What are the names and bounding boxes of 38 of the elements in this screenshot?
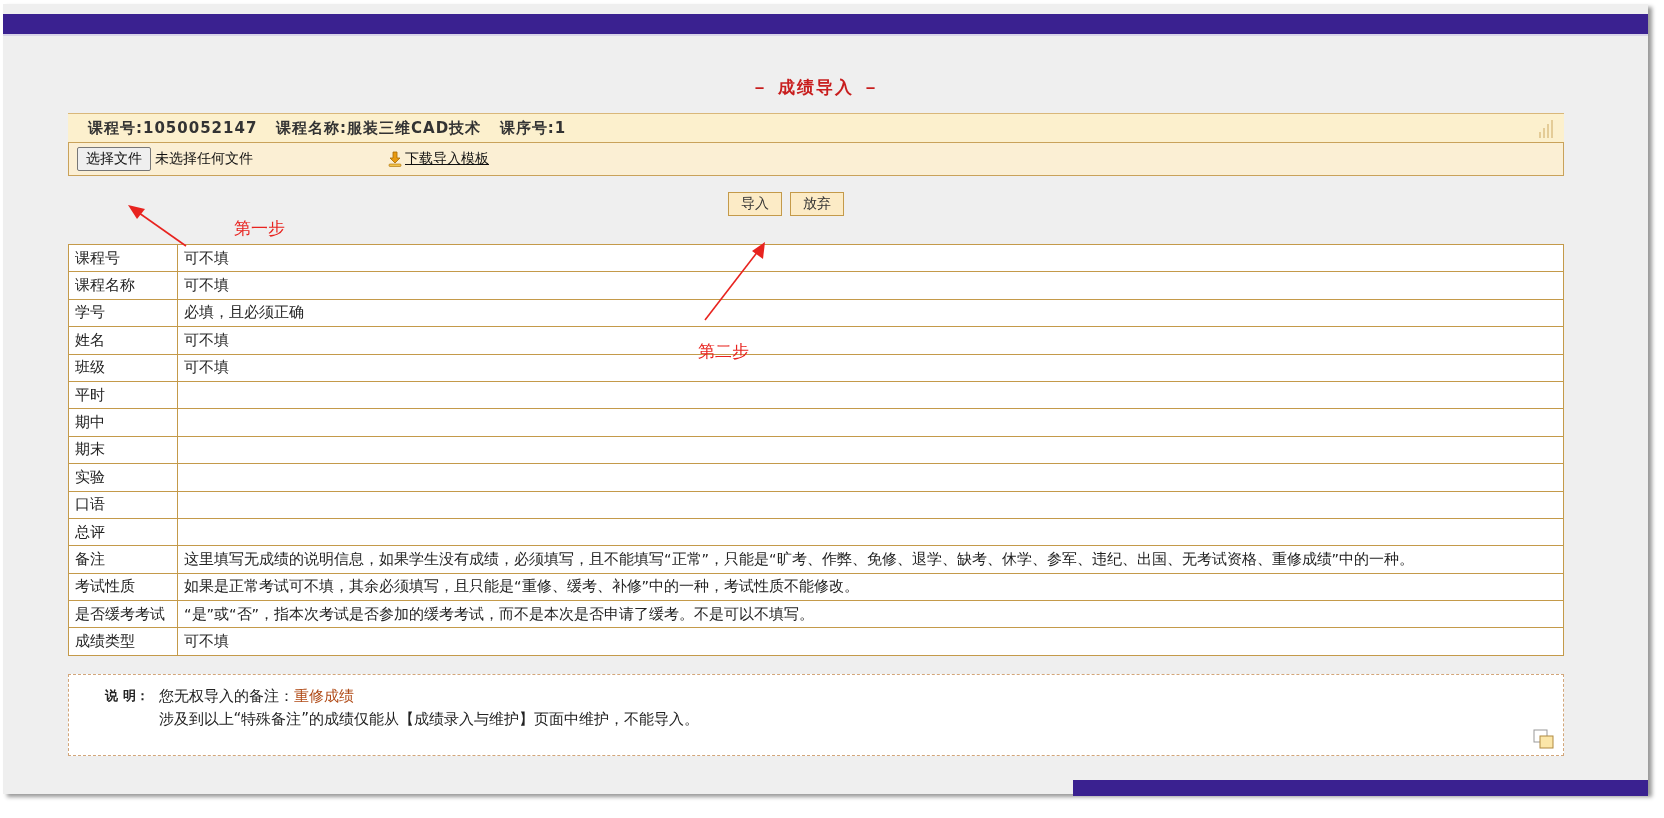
field-name-cell: 成绩类型 [68, 627, 178, 656]
page-title: － 成绩导入 － [751, 76, 881, 99]
field-name-cell: 是否缓考考试 [68, 600, 178, 628]
field-rule-cell: 可不填 [177, 627, 1564, 656]
note-label: 说 明： [105, 686, 149, 705]
annotation-arrow [128, 205, 187, 247]
field-rule-cell: 必填，且必须正确 [177, 299, 1564, 327]
field-name-cell: 期中 [68, 408, 178, 437]
note-text: 涉及到以上“特殊备注”的成绩仅能从【成绩录入与维护】页面中维护，不能导入。 [158, 709, 700, 729]
annotation-label: 第一步 [234, 217, 285, 240]
field-name-cell: 班级 [68, 354, 178, 382]
field-name-cell: 课程名称 [68, 271, 178, 300]
note-text: 您无权导入的备注： [158, 686, 294, 706]
field-name-cell: 总评 [68, 518, 178, 546]
action-button[interactable]: 放弃 [790, 192, 844, 216]
field-rule-cell: 这里填写无成绩的说明信息，如果学生没有成绩，必须填写，且不能填写“正常”，只能是“旷考、作弊、免修、退学、缺考、休学、参军、违纪、出国、无考试资格、重修成绩”中的一种。 [177, 545, 1564, 574]
resize-grip-icon [1538, 118, 1556, 138]
field-name-cell: 学号 [68, 299, 178, 327]
field-rule-cell: 可不填 [177, 271, 1564, 300]
field-name-cell: 平时 [68, 381, 178, 409]
field-name-cell: 考试性质 [68, 573, 178, 601]
file-status: 未选择任何文件 [155, 150, 253, 168]
course-info: 课程号:1050052147 课程名称:服装三维CAD技术 课序号:1 [88, 118, 567, 138]
field-name-cell: 课程号 [68, 244, 178, 272]
field-name-cell: 实验 [68, 463, 178, 491]
restricted-remark: 重修成绩 [293, 686, 354, 706]
download-template-link[interactable]: 下载导入模板 [387, 150, 489, 168]
field-name-cell: 姓名 [68, 326, 178, 355]
field-name-cell: 备注 [68, 545, 178, 574]
field-name-cell: 口语 [68, 491, 178, 519]
field-rule-cell: 如果是正常考试可不填，其余必须填写，且只能是“重修、缓考、补修”中的一种，考试性质不能修改。 [177, 573, 1564, 601]
action-button[interactable]: 导入 [728, 192, 782, 216]
choose-file-button[interactable]: 选择文件 [77, 147, 151, 171]
download-icon [387, 151, 403, 167]
field-name-cell: 期末 [68, 436, 178, 464]
window-restore-icon [1533, 728, 1555, 749]
field-rule-cell: 可不填 [177, 244, 1564, 272]
field-rule-cell: “是”或“否”，指本次考试是否参加的缓考考试，而不是本次是否申请了缓考。不是可以不填写。 [177, 600, 1564, 628]
